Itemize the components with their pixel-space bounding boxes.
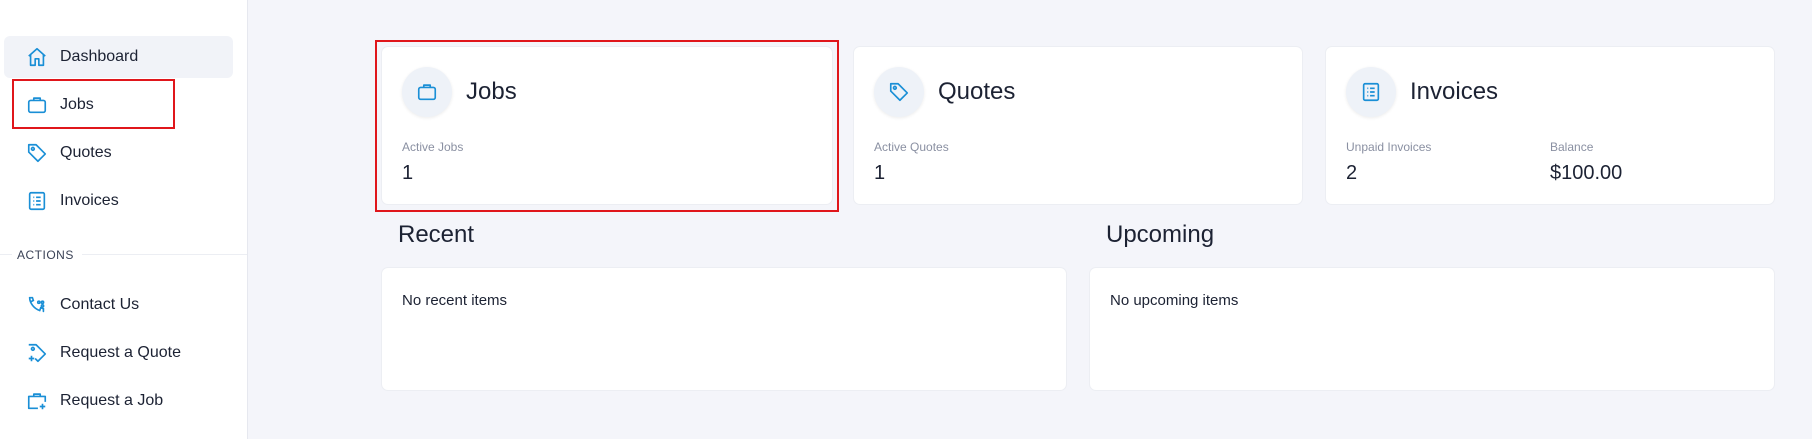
briefcase-plus-icon	[26, 390, 48, 412]
unpaid-invoices-stat: Unpaid Invoices 2	[1346, 140, 1431, 185]
quotes-card[interactable]: Quotes Active Quotes 1	[854, 47, 1302, 204]
section-divider	[0, 254, 12, 255]
stat-value: 1	[874, 162, 886, 184]
stat-label: Balance	[1550, 140, 1594, 154]
sidebar-item-label: Dashboard	[60, 48, 139, 65]
stat-label: Active Quotes	[874, 140, 949, 154]
sidebar-item-dashboard[interactable]: Dashboard	[4, 36, 233, 78]
recent-panel: No recent items	[382, 268, 1066, 390]
card-header: Invoices	[1346, 67, 1498, 117]
sidebar-item-label: Quotes	[60, 144, 112, 161]
balance-stat: Balance $100.00	[1550, 140, 1622, 185]
empty-state-text: No recent items	[402, 292, 508, 309]
sidebar-item-label: Request a Job	[60, 392, 164, 409]
stat-value: $100.00	[1550, 162, 1623, 184]
section-label-actions: ACTIONS	[17, 248, 74, 262]
upcoming-panel: No upcoming items	[1090, 268, 1774, 390]
section-divider	[82, 254, 247, 255]
stat-label: Unpaid Invoices	[1346, 140, 1432, 154]
list-icon	[26, 190, 48, 212]
highlight-box	[12, 79, 175, 129]
card-header: Quotes	[874, 67, 1015, 117]
empty-state-text: No upcoming items	[1110, 292, 1239, 309]
card-title: Quotes	[938, 78, 1016, 105]
sidebar-item-invoices[interactable]: Invoices	[4, 180, 233, 222]
highlight-box	[375, 40, 839, 212]
tag-plus-icon	[26, 342, 48, 364]
sidebar-item-label: Contact Us	[60, 296, 140, 313]
list-icon	[1346, 67, 1396, 117]
stat-value: 2	[1346, 162, 1358, 184]
tag-icon	[874, 67, 924, 117]
upcoming-title: Upcoming	[1106, 221, 1215, 248]
sidebar-item-quotes[interactable]: Quotes	[4, 132, 233, 174]
recent-title: Recent	[398, 221, 475, 248]
sidebar-item-label: Invoices	[60, 192, 119, 209]
sidebar-item-request-quote[interactable]: Request a Quote	[4, 332, 233, 374]
home-icon	[26, 46, 48, 68]
contact-icon	[26, 294, 48, 316]
card-title: Invoices	[1410, 78, 1499, 105]
tag-icon	[26, 142, 48, 164]
sidebar-item-contact-us[interactable]: Contact Us	[4, 284, 233, 326]
sidebar: Dashboard Jobs Quotes Invoices ACTIONS C…	[0, 0, 248, 439]
invoices-card[interactable]: Invoices Unpaid Invoices 2 Balance $100.…	[1326, 47, 1774, 204]
sidebar-item-request-job[interactable]: Request a Job	[4, 380, 233, 422]
active-quotes-stat: Active Quotes 1	[874, 140, 949, 185]
sidebar-item-label: Request a Quote	[60, 344, 181, 361]
